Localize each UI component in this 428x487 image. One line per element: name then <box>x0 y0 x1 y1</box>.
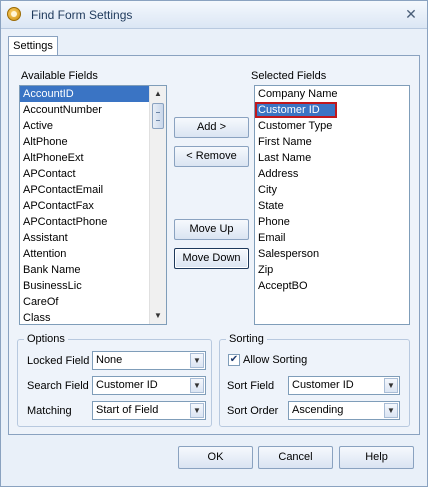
matching-value: Start of Field <box>96 404 159 416</box>
available-fields-list[interactable]: AccountID AccountNumber Active AltPhone AltP… <box>19 85 167 325</box>
remove-button[interactable]: < Remove <box>174 146 249 167</box>
sort-order-label: Sort Order <box>227 405 279 417</box>
list-item[interactable]: Customer Type <box>255 118 409 134</box>
list-item[interactable]: Bank Name <box>20 262 166 278</box>
list-item[interactable]: AltPhone <box>20 134 166 150</box>
scroll-down-arrow-icon[interactable]: ▼ <box>150 308 166 324</box>
add-button[interactable]: Add > <box>174 117 249 138</box>
list-item[interactable]: Customer ID <box>255 102 337 118</box>
allow-sorting-label[interactable]: Allow Sorting <box>243 354 307 366</box>
list-item[interactable]: Assistant <box>20 230 166 246</box>
settings-panel: Available Fields AccountID AccountNumber A… <box>8 55 420 435</box>
sort-field-label: Sort Field <box>227 380 275 392</box>
list-item[interactable]: APContactFax <box>20 198 166 214</box>
scroll-up-arrow-icon[interactable]: ▲ <box>150 86 166 102</box>
list-item[interactable]: AcceptBO <box>255 278 409 294</box>
help-button[interactable]: Help <box>339 446 414 469</box>
list-item[interactable]: APContactEmail <box>20 182 166 198</box>
app-icon <box>7 7 21 21</box>
list-item[interactable]: Phone <box>255 214 409 230</box>
window-title: Find Form Settings <box>31 8 133 22</box>
list-item[interactable]: Company Name <box>255 86 409 102</box>
list-item[interactable]: APContactPhone <box>20 214 166 230</box>
tab-settings[interactable]: Settings <box>8 36 58 56</box>
list-item[interactable]: Email <box>255 230 409 246</box>
selected-fields-label: Selected Fields <box>251 70 327 82</box>
cancel-button[interactable]: Cancel <box>258 446 333 469</box>
locked-field-dropdown[interactable]: None ▼ <box>92 351 206 370</box>
search-field-label: Search Field <box>27 380 89 392</box>
close-icon[interactable]: ✕ <box>403 6 419 22</box>
available-fields-label: Available Fields <box>21 70 98 82</box>
list-item[interactable]: AccountNumber <box>20 102 166 118</box>
search-field-dropdown[interactable]: Customer ID ▼ <box>92 376 206 395</box>
chevron-down-icon[interactable]: ▼ <box>190 378 204 393</box>
list-item[interactable]: Active <box>20 118 166 134</box>
list-item[interactable]: Class <box>20 310 166 324</box>
list-item[interactable]: Address <box>255 166 409 182</box>
sort-field-dropdown[interactable]: Customer ID ▼ <box>288 376 400 395</box>
scroll-thumb[interactable] <box>152 103 164 129</box>
chevron-down-icon[interactable]: ▼ <box>384 403 398 418</box>
sort-field-value: Customer ID <box>292 379 354 391</box>
chevron-down-icon[interactable]: ▼ <box>190 403 204 418</box>
chevron-down-icon[interactable]: ▼ <box>190 353 204 368</box>
list-item[interactable]: Zip <box>255 262 409 278</box>
list-item[interactable]: APContact <box>20 166 166 182</box>
sort-order-value: Ascending <box>292 404 344 416</box>
move-up-button[interactable]: Move Up <box>174 219 249 240</box>
matching-dropdown[interactable]: Start of Field ▼ <box>92 401 206 420</box>
ok-button[interactable]: OK <box>178 446 253 469</box>
list-item[interactable]: AccountID <box>20 86 166 102</box>
chevron-down-icon[interactable]: ▼ <box>384 378 398 393</box>
matching-label: Matching <box>27 405 72 417</box>
locked-field-label: Locked Field <box>27 355 90 367</box>
list-item[interactable]: State <box>255 198 409 214</box>
locked-field-value: None <box>96 354 123 366</box>
list-item[interactable]: BusinessLic <box>20 278 166 294</box>
selected-fields-list[interactable]: Company Name Customer ID Customer Type Firs… <box>254 85 410 325</box>
list-item[interactable]: AltPhoneExt <box>20 150 166 166</box>
list-item[interactable]: Salesperson <box>255 246 409 262</box>
search-field-value: Customer ID <box>96 379 158 391</box>
sort-order-dropdown[interactable]: Ascending ▼ <box>288 401 400 420</box>
list-item[interactable]: Last Name <box>255 150 409 166</box>
list-item[interactable]: City <box>255 182 409 198</box>
find-form-settings-dialog: Find Form Settings ✕ Settings Available … <box>0 0 428 487</box>
list-item[interactable]: Attention <box>20 246 166 262</box>
available-fields-scrollbar[interactable]: ▲ ▼ <box>149 86 166 324</box>
title-bar: Find Form Settings ✕ <box>1 1 427 29</box>
sorting-group-title: Sorting <box>226 333 267 345</box>
allow-sorting-checkbox[interactable]: ✔ <box>228 354 240 366</box>
move-down-button[interactable]: Move Down <box>174 248 249 269</box>
options-group-title: Options <box>24 333 68 345</box>
list-item[interactable]: First Name <box>255 134 409 150</box>
list-item[interactable]: CareOf <box>20 294 166 310</box>
